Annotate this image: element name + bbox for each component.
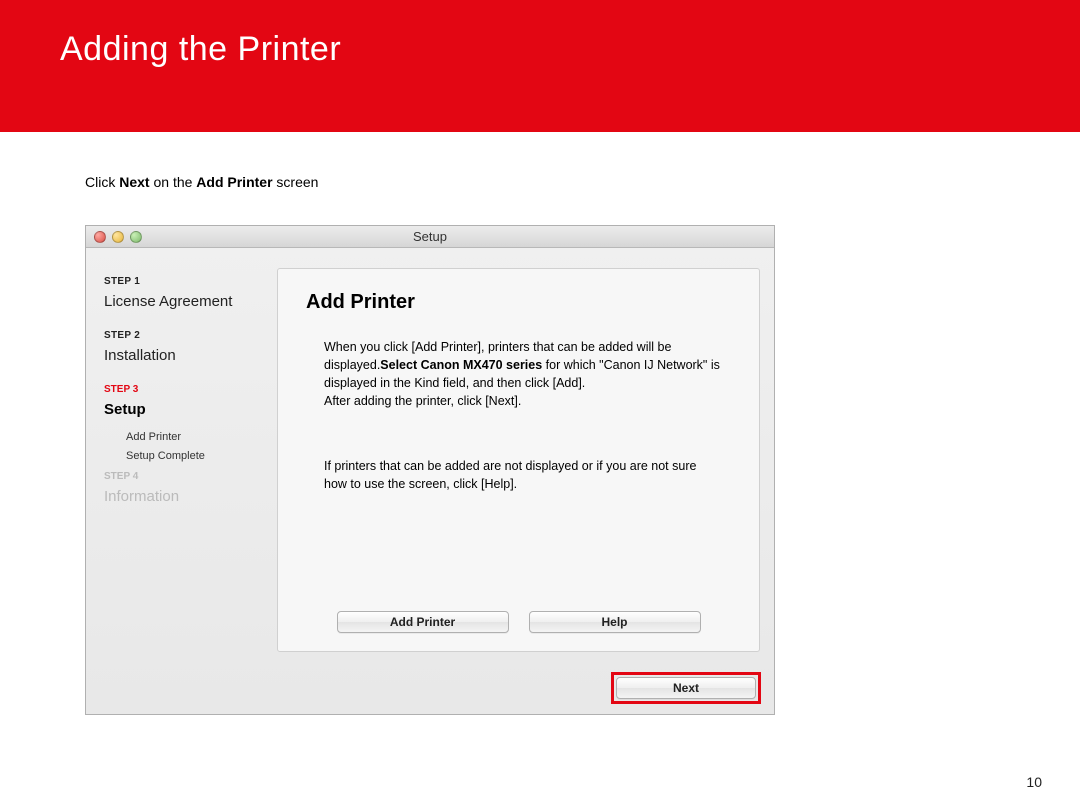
text-bold: Next	[119, 174, 149, 190]
next-highlight: Next	[611, 672, 761, 704]
step4-name: Information	[104, 488, 271, 505]
step2-label: STEP 2	[104, 330, 271, 341]
step4-label: STEP 4	[104, 471, 271, 482]
instruction-text: Click Next on the Add Printer screen	[85, 174, 1080, 190]
window-title: Setup	[86, 229, 774, 244]
text: After adding the printer, click [Next].	[324, 394, 521, 408]
text: Click	[85, 174, 119, 190]
step3-name: Setup	[104, 401, 271, 418]
window-body: STEP 1 License Agreement STEP 2 Installa…	[86, 248, 774, 714]
setup-sidebar: STEP 1 License Agreement STEP 2 Installa…	[86, 248, 271, 714]
text-bold: Add Printer	[196, 174, 272, 190]
next-button-container: Next	[611, 672, 761, 704]
text: on the	[150, 174, 197, 190]
text-bold: Select Canon MX470 series	[380, 358, 542, 372]
page-title: Adding the Printer	[60, 30, 1020, 69]
main-pane: Add Printer When you click [Add Printer]…	[271, 248, 774, 714]
step3-label: STEP 3	[104, 384, 271, 395]
add-printer-panel: Add Printer When you click [Add Printer]…	[277, 268, 760, 652]
step2-name: Installation	[104, 347, 271, 364]
window-titlebar: Setup	[86, 226, 774, 248]
slide-header: Adding the Printer	[0, 0, 1080, 132]
step3-substeps: Add Printer Setup Complete	[126, 428, 271, 465]
setup-window: Setup STEP 1 License Agreement STEP 2 In…	[85, 225, 775, 715]
text: screen	[273, 174, 319, 190]
page-number: 10	[1026, 774, 1042, 790]
help-button[interactable]: Help	[529, 611, 701, 633]
substep-complete: Setup Complete	[126, 447, 271, 466]
add-printer-button[interactable]: Add Printer	[337, 611, 509, 633]
substep-add-printer: Add Printer	[126, 428, 271, 447]
panel-button-row: Add Printer Help	[278, 611, 759, 633]
panel-title: Add Printer	[306, 291, 731, 314]
panel-body: When you click [Add Printer], printers t…	[306, 338, 731, 493]
next-button[interactable]: Next	[616, 677, 756, 699]
paragraph-2: If printers that can be added are not di…	[324, 457, 721, 493]
step1-label: STEP 1	[104, 276, 271, 287]
step1-name: License Agreement	[104, 293, 271, 310]
paragraph-1: When you click [Add Printer], printers t…	[324, 338, 721, 411]
